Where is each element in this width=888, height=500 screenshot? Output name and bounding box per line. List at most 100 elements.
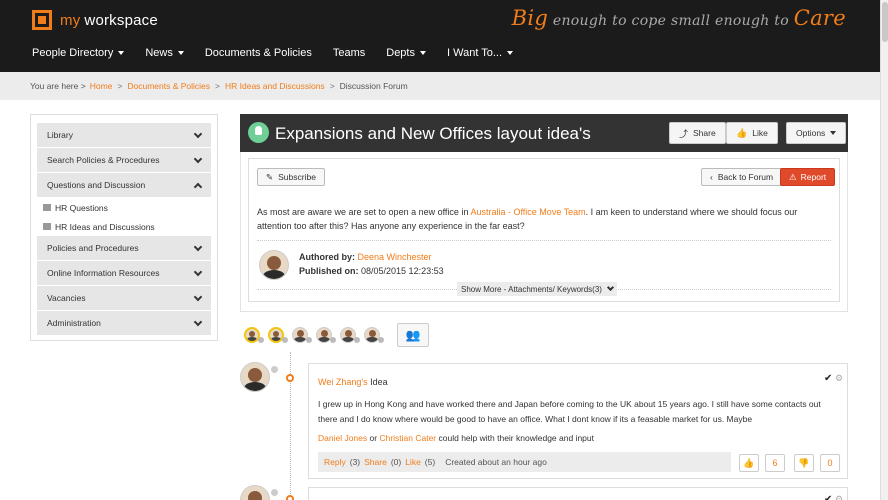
reply-author: Wei Zhang's Idea [318, 377, 388, 387]
subscribe-label: Subscribe [278, 172, 316, 182]
mention-link[interactable]: Christian Cater [379, 433, 436, 443]
chevron-down-icon [606, 283, 614, 292]
sidebar-item-administration[interactable]: Administration [37, 311, 211, 335]
chevron-down-icon [830, 131, 837, 135]
show-more-toggle[interactable]: Show More - Attachments/ Keywords(3) [457, 282, 617, 296]
breadcrumb-documents-policies[interactable]: Documents & Policies [127, 81, 210, 91]
nav-documents-policies[interactable]: Documents & Policies [205, 47, 312, 59]
avatar-shoulders [262, 270, 286, 279]
reply-author-avatar[interactable] [240, 362, 270, 392]
avatar-shoulders [271, 336, 281, 341]
status-dot [271, 489, 278, 496]
thumbs-up-icon: 👍 [736, 127, 748, 138]
logo-prefix: my [60, 11, 81, 29]
checkmark-icon[interactable]: ✔ [824, 494, 832, 500]
tagline-care: Care [793, 6, 846, 30]
sidebar-item-library[interactable]: Library [37, 123, 211, 147]
gear-icon[interactable]: ⚙ [835, 373, 843, 384]
breadcrumb-hr-ideas[interactable]: HR Ideas and Discussions [225, 81, 325, 91]
back-to-forum-button[interactable]: ‹ Back to Forum [701, 168, 783, 186]
like-button[interactable]: 👍 Like [726, 122, 778, 144]
thumbs-down-icon: 👎 [798, 457, 810, 468]
add-participants-button[interactable]: 👥 [397, 323, 429, 347]
gear-icon[interactable]: ⚙ [835, 494, 843, 500]
sidebar-subitem-hr-ideas[interactable]: HR Ideas and Discussions [37, 217, 211, 236]
thumbs-up-button[interactable]: 👍 [739, 454, 759, 472]
breadcrumb-separator: > [329, 81, 335, 91]
logo[interactable]: my workspace [32, 10, 158, 30]
options-button[interactable]: Options [786, 122, 847, 144]
reply-author-link[interactable]: Wei Zhang's [318, 377, 368, 387]
post-text: As most are aware we are set to open a n… [257, 205, 831, 233]
downvote-count: 0 [820, 454, 840, 472]
avatar-head [248, 368, 262, 383]
scrollbar-thumb[interactable] [882, 2, 888, 42]
avatar-shoulders [366, 337, 378, 342]
share-count: (0) [390, 457, 402, 467]
like-link[interactable]: Like [405, 457, 421, 467]
chevron-down-icon [507, 51, 514, 55]
author-link[interactable]: Deena Winchester [358, 252, 432, 262]
sidebar-item-online-resources[interactable]: Online Information Resources [37, 261, 211, 285]
sidebar-item-label: Search Policies & Procedures [47, 155, 160, 165]
avatar-head [296, 330, 304, 338]
checkmark-icon[interactable]: ✔ [824, 373, 832, 384]
breadcrumb-prefix: You are here > [30, 81, 86, 91]
avatar-shoulders [318, 337, 330, 342]
page-scrollbar[interactable] [880, 0, 888, 500]
author-avatar[interactable] [259, 250, 289, 280]
top-bar: my workspace Big enough to cope small eno… [0, 0, 880, 72]
show-more-label: Show More - Attachments/ Keywords(3) [461, 284, 602, 294]
sidebar-subitem-hr-questions[interactable]: HR Questions [37, 198, 211, 217]
subscribe-button[interactable]: ✎ Subscribe [257, 168, 325, 186]
chevron-up-icon [193, 182, 203, 191]
reply-card: ✔ ⚙ [308, 487, 848, 500]
nav-label: I Want To... [447, 47, 503, 59]
timeline-dot [286, 374, 294, 382]
nav-i-want-to[interactable]: I Want To... [447, 47, 514, 59]
nav-depts[interactable]: Depts [386, 47, 426, 59]
share-link[interactable]: Share [364, 457, 387, 467]
share-button[interactable]: ⤴ Share [669, 122, 726, 144]
page-title: Expansions and New Offices layout idea's [275, 124, 591, 143]
nav-label: People Directory [32, 47, 114, 59]
avatar-head [249, 330, 255, 337]
share-icon: ⤴ [679, 128, 689, 139]
status-dot [282, 337, 288, 343]
chevron-left-icon: ‹ [710, 172, 713, 182]
thumbs-down-button[interactable]: 👎 [794, 454, 814, 472]
sidebar-subitem-label: HR Questions [55, 202, 108, 213]
post-text-link[interactable]: Australia - Office Move Team [470, 207, 585, 217]
reply-author-avatar[interactable] [240, 485, 270, 500]
nav-label: Teams [332, 47, 366, 59]
report-button[interactable]: ⚠ Report [780, 168, 836, 186]
sidebar-item-questions-discussion[interactable]: Questions and Discussion [37, 173, 211, 197]
reply-link[interactable]: Reply [324, 457, 346, 467]
avatar-head [267, 256, 281, 271]
reply-card: Wei Zhang's Idea ✔ ⚙ I grew up in Hong K… [308, 363, 848, 479]
nav-label: Documents & Policies [204, 47, 312, 59]
post-body: ✎ Subscribe ‹ Back to Forum ⚠ Report As mos… [248, 158, 840, 302]
chevron-down-icon [193, 129, 203, 138]
authored-label: Authored by: [299, 252, 355, 262]
main-nav: People Directory News Documents & Polici… [32, 47, 534, 59]
sidebar-item-label: Vacancies [47, 293, 86, 303]
sidebar-item-search-policies[interactable]: Search Policies & Procedures [37, 148, 211, 172]
edit-icon: ✎ [266, 171, 274, 182]
published-label: Published on: [299, 266, 359, 276]
logo-name: workspace [84, 11, 158, 29]
tagline-mid: enough to cope small enough to [552, 13, 789, 29]
sidebar-item-policies-procedures[interactable]: Policies and Procedures [37, 236, 211, 260]
like-count: (5) [424, 457, 436, 467]
status-dot [330, 337, 336, 343]
breadcrumb-home[interactable]: Home [90, 81, 113, 91]
sidebar-item-vacancies[interactable]: Vacancies [37, 286, 211, 310]
thumbs-up-icon: 👍 [743, 457, 755, 468]
nav-people-directory[interactable]: People Directory [32, 47, 125, 59]
nav-news[interactable]: News [145, 47, 184, 59]
breadcrumb: You are here > Home > Documents & Polici… [30, 81, 408, 91]
chevron-down-icon [118, 51, 125, 55]
avatar-head [344, 330, 352, 338]
mention-link[interactable]: Daniel Jones [318, 433, 367, 443]
nav-teams[interactable]: Teams [333, 47, 365, 59]
